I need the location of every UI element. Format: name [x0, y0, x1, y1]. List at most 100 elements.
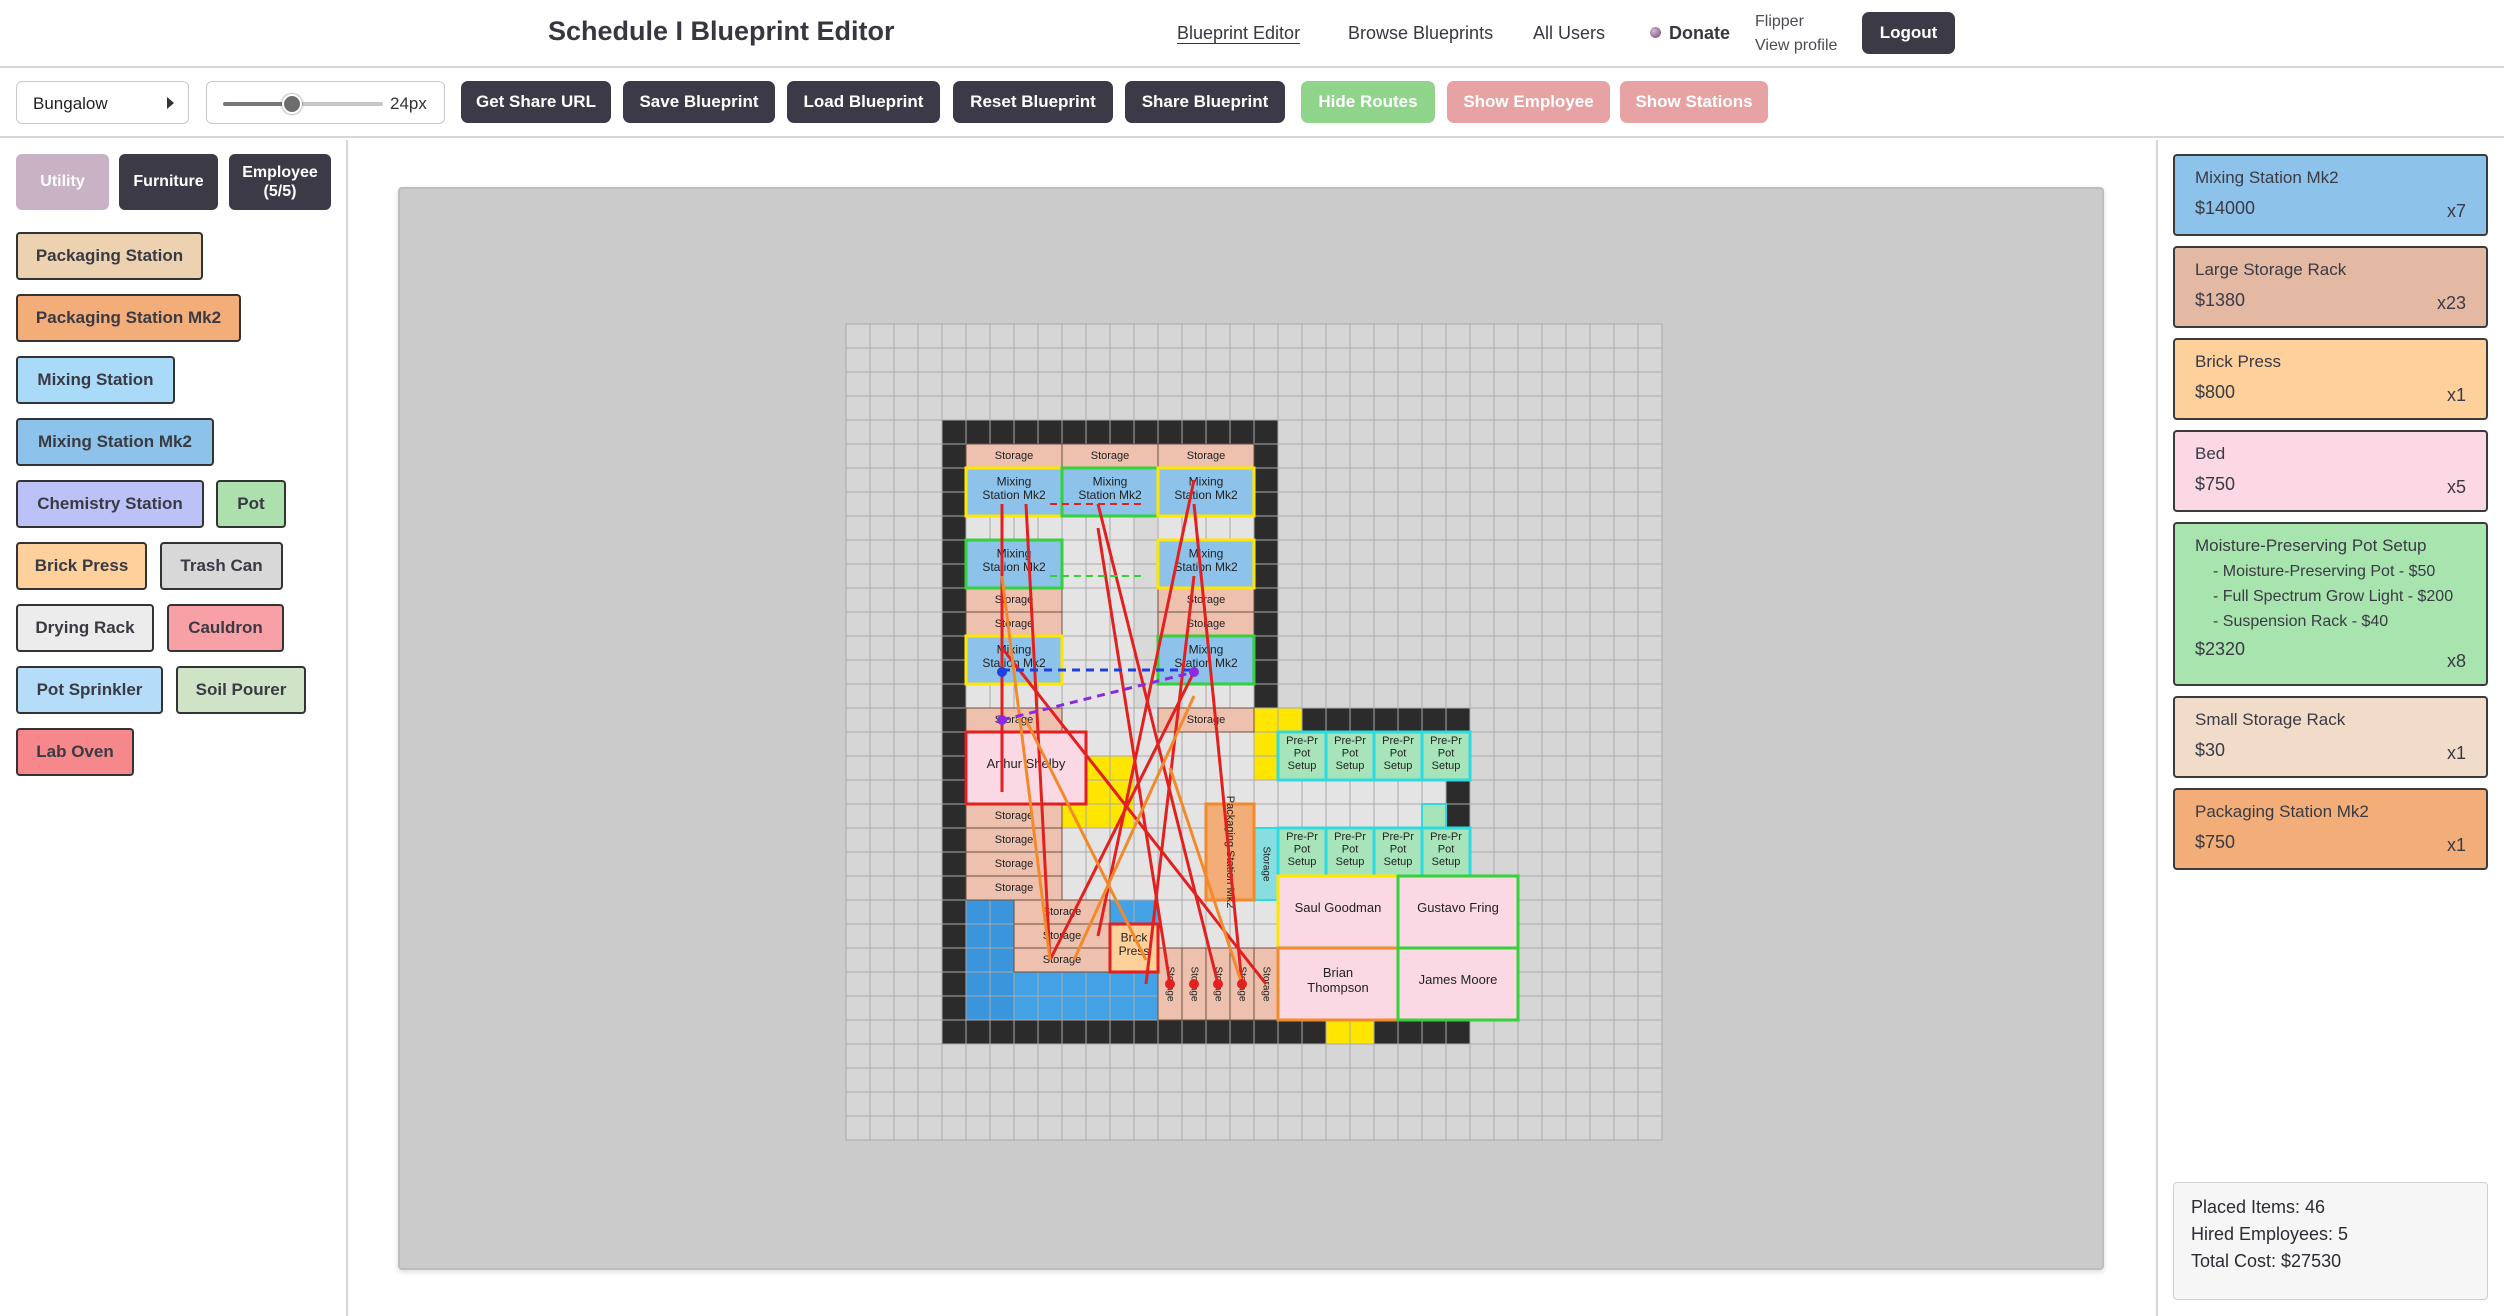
nav-blueprint-editor[interactable]: Blueprint Editor [1177, 23, 1300, 44]
employee-name: James Moore [1419, 972, 1498, 987]
placed-items-count: Placed Items: 46 [2191, 1197, 2326, 1217]
load-blueprint-button[interactable]: Load Blueprint [787, 81, 940, 123]
donate-label: Donate [1669, 23, 1731, 43]
route-endpoint [1189, 979, 1199, 989]
storage-label: Storage [995, 858, 1034, 870]
donate-link[interactable]: Donate [1650, 23, 1730, 44]
palette-cauldron[interactable]: Cauldron [167, 604, 284, 652]
summary-item-qty: x5 [2446, 477, 2466, 497]
route-endpoint [997, 715, 1007, 725]
zoom-control: 24px [206, 81, 445, 124]
property-select[interactable]: Bungalow [16, 81, 189, 124]
summary-item-small-storage-rack: Small Storage Rack $30 x1 [2173, 696, 2488, 778]
summary-subitem: - Moisture-Preserving Pot - $50 [2213, 563, 2436, 580]
reset-blueprint-button[interactable]: Reset Blueprint [953, 81, 1113, 123]
summary-item-name: Small Storage Rack [2195, 710, 2346, 729]
summary-item-price: $1380 [2195, 290, 2246, 310]
tab-employee[interactable]: Employee (5/5) [229, 154, 331, 210]
summary-item-moisture-pot-setup: Moisture-Preserving Pot Setup - Moisture… [2173, 522, 2488, 686]
palette-packaging-station[interactable]: Packaging Station [16, 232, 203, 280]
summary-item-qty: x7 [2446, 201, 2466, 221]
palette-brick-press[interactable]: Brick Press [16, 542, 147, 590]
route-endpoint [1213, 979, 1223, 989]
storage-label: Storage [1091, 450, 1130, 462]
get-share-url-button[interactable]: Get Share URL [461, 81, 611, 123]
summary-item-name: Large Storage Rack [2195, 260, 2347, 279]
tab-furniture[interactable]: Furniture [119, 154, 218, 210]
hide-routes-button[interactable]: Hide Routes [1301, 81, 1435, 123]
storage-label: Storage [1260, 846, 1271, 881]
storage-label: Storage [1187, 450, 1226, 462]
palette-chemistry-station[interactable]: Chemistry Station [16, 480, 204, 528]
palette-packaging-station-mk2[interactable]: Packaging Station Mk2 [16, 294, 241, 342]
summary-item-qty: x1 [2446, 835, 2466, 855]
summary-item-price: $2320 [2195, 639, 2246, 659]
storage-label: Storage [1260, 966, 1271, 1001]
summary-item-qty: x23 [2436, 293, 2466, 313]
summary-item-name: Brick Press [2195, 352, 2281, 371]
summary-item-packaging-station-mk2: Packaging Station Mk2 $750 x1 [2173, 788, 2488, 870]
zoom-slider-thumb[interactable] [281, 94, 302, 114]
route-endpoint [1237, 979, 1247, 989]
summary-item-price: $750 [2195, 474, 2236, 494]
summary-item-qty: x1 [2446, 743, 2466, 763]
palette-trash-can[interactable]: Trash Can [160, 542, 283, 590]
summary-item-price: $30 [2195, 740, 2226, 760]
top-header: Schedule I Blueprint Editor Blueprint Ed… [0, 0, 2504, 68]
employee-name: Saul Goodman [1295, 900, 1382, 915]
hired-employees-count: Hired Employees: 5 [2191, 1224, 2349, 1244]
palette-drying-rack[interactable]: Drying Rack [16, 604, 154, 652]
storage-label: Storage [995, 834, 1034, 846]
storage-label: Storage [995, 450, 1034, 462]
palette-mixing-station[interactable]: Mixing Station [16, 356, 175, 404]
show-stations-button[interactable]: Show Stations [1620, 81, 1768, 123]
summary-item-mixing-station-mk2: Mixing Station Mk2 $14000 x7 [2173, 154, 2488, 236]
summary-item-price: $800 [2195, 382, 2236, 402]
totals-box: Placed Items: 46 Hired Employees: 5 Tota… [2173, 1182, 2488, 1300]
nav-browse-blueprints[interactable]: Browse Blueprints [1348, 23, 1493, 44]
palette-pot[interactable]: Pot [216, 480, 286, 528]
caret-right-icon [167, 97, 174, 109]
summary-item-qty: x8 [2446, 651, 2466, 671]
property-select-value: Bungalow [33, 94, 108, 113]
summary-item-qty: x1 [2446, 385, 2466, 405]
view-profile-link[interactable]: View profile [1755, 37, 1837, 55]
zoom-value: 24px [390, 94, 427, 113]
summary-subitem: - Suspension Rack - $40 [2213, 613, 2389, 630]
summary-item-price: $750 [2195, 832, 2236, 852]
blueprint-canvas[interactable]: Storage Storage Storage Storage Storage Stora… [398, 187, 2104, 1270]
employee-name: Gustavo Fring [1417, 900, 1499, 915]
toolbar: Bungalow 24px Get Share URL Save Bluepri… [0, 70, 2504, 138]
blueprint-grid[interactable]: Storage Storage Storage Storage Storage Stora… [400, 189, 2102, 1268]
palette-mixing-station-mk2[interactable]: Mixing Station Mk2 [16, 418, 214, 466]
summary-item-large-storage-rack: Large Storage Rack $1380 x23 [2173, 246, 2488, 328]
storage-label: Storage [995, 810, 1034, 822]
summary-item-name: Bed [2195, 444, 2226, 463]
storage-label: Storage [1187, 714, 1226, 726]
summary-item-bed: Bed $750 x5 [2173, 430, 2488, 512]
cost-summary-panel: Mixing Station Mk2 $14000 x7 Large Stora… [2156, 140, 2504, 1316]
summary-item-name: Mixing Station Mk2 [2195, 168, 2339, 187]
share-blueprint-button[interactable]: Share Blueprint [1125, 81, 1285, 123]
tab-utility[interactable]: Utility [16, 154, 109, 210]
storage-label: Storage [995, 882, 1034, 894]
zoom-slider[interactable] [223, 94, 383, 114]
route-endpoint [1165, 979, 1175, 989]
summary-item-name: Packaging Station Mk2 [2195, 802, 2369, 821]
palette-soil-pourer[interactable]: Soil Pourer [176, 666, 306, 714]
nav-all-users[interactable]: All Users [1533, 23, 1605, 44]
save-blueprint-button[interactable]: Save Blueprint [623, 81, 775, 123]
summary-item-price: $14000 [2195, 198, 2256, 218]
item-palette: Utility Furniture Employee (5/5) Packagi… [0, 140, 348, 1316]
route-endpoint [1189, 667, 1199, 677]
logout-button[interactable]: Logout [1862, 12, 1955, 54]
route-endpoint [997, 667, 1007, 677]
palette-pot-sprinkler[interactable]: Pot Sprinkler [16, 666, 163, 714]
app-title: Schedule I Blueprint Editor [548, 16, 895, 46]
palette-lab-oven[interactable]: Lab Oven [16, 728, 134, 776]
summary-item-name: Moisture-Preserving Pot Setup [2195, 536, 2427, 555]
total-cost: Total Cost: $27530 [2191, 1251, 2342, 1271]
user-name: Flipper [1755, 13, 1804, 30]
show-employee-button[interactable]: Show Employee [1447, 81, 1610, 123]
summary-subitem: - Full Spectrum Grow Light - $200 [2213, 588, 2454, 605]
